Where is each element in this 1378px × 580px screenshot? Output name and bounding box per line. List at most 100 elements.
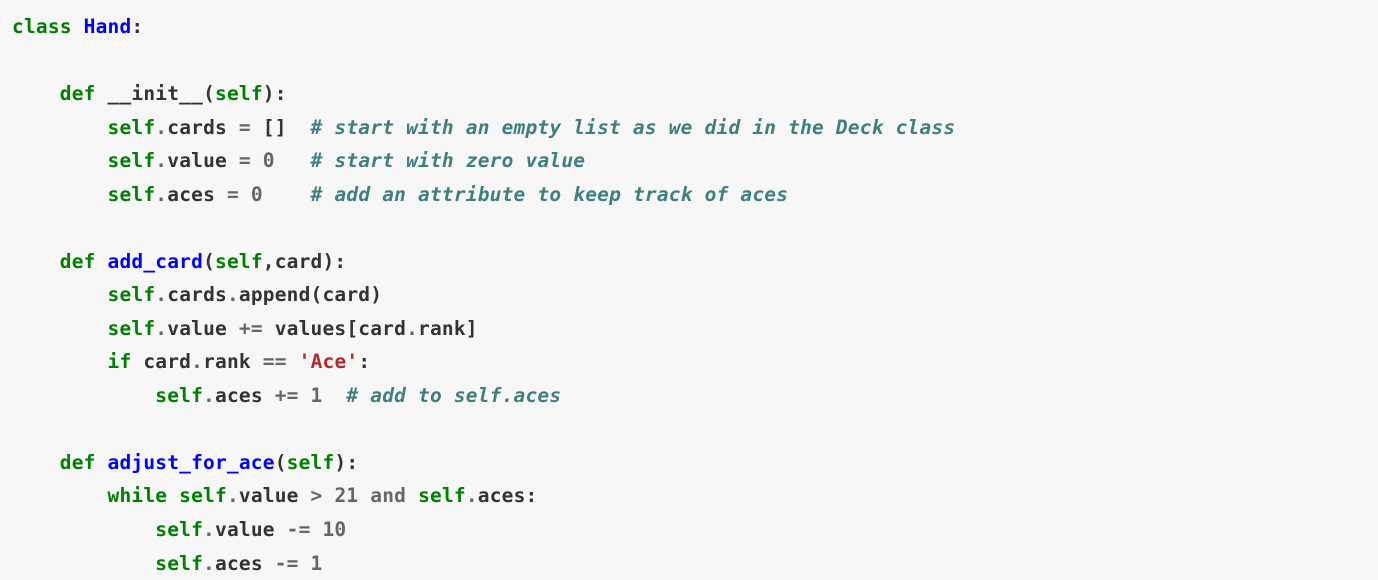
code-token: [311, 518, 323, 541]
code-token: aces: [167, 183, 227, 206]
code-token: self: [108, 149, 156, 172]
code-token: [358, 484, 370, 507]
code-token: value: [167, 317, 239, 340]
code-token: ,card):: [263, 250, 347, 273]
code-token: self: [108, 183, 156, 206]
code-token: and: [370, 484, 406, 507]
code-token: [275, 149, 311, 172]
code-line: def __init__(self):: [12, 82, 287, 105]
code-token: # add an attribute to keep track of aces: [311, 183, 789, 206]
code-token: [251, 149, 263, 172]
code-token: []: [251, 116, 311, 139]
code-token: cards: [167, 116, 239, 139]
code-token: 0: [263, 149, 275, 172]
code-token: class: [12, 15, 84, 38]
code-line: self.cards.append(card): [12, 283, 382, 306]
code-line: if card.rank == 'Ace':: [12, 350, 370, 373]
code-token: 'Ace': [299, 350, 359, 373]
code-token: self: [287, 451, 335, 474]
code-token: .: [155, 116, 167, 139]
code-token: .: [155, 317, 167, 340]
code-token: [12, 317, 108, 340]
code-token: [12, 250, 60, 273]
code-token: ):: [263, 82, 287, 105]
code-line: self.value -= 10: [12, 518, 346, 541]
code-token: __init__: [108, 82, 204, 105]
code-token: [12, 350, 108, 373]
code-token: +=: [239, 317, 263, 340]
code-token: add_card: [108, 250, 204, 273]
code-token: .: [155, 283, 167, 306]
code-line: self.aces = 0 # add an attribute to keep…: [12, 183, 788, 206]
code-token: [12, 518, 155, 541]
code-token: [12, 451, 60, 474]
code-token: self: [418, 484, 466, 507]
code-token: self: [108, 317, 156, 340]
code-token: 10: [322, 518, 346, 541]
code-token: self: [155, 518, 203, 541]
code-token: [12, 552, 155, 575]
code-token: self: [215, 82, 263, 105]
code-token: self: [155, 384, 203, 407]
code-token: [12, 283, 108, 306]
code-token: self: [155, 552, 203, 575]
code-token: .: [406, 317, 418, 340]
code-token: .: [203, 384, 215, 407]
code-token: 1: [311, 384, 323, 407]
code-line: self.value += values[card.rank]: [12, 317, 478, 340]
code-token: def: [60, 82, 108, 105]
code-token: [299, 552, 311, 575]
code-token: append(card): [239, 283, 382, 306]
code-token: def: [60, 250, 108, 273]
code-token: [406, 484, 418, 507]
code-token: .: [155, 183, 167, 206]
code-token: def: [60, 451, 108, 474]
code-token: >: [311, 484, 323, 507]
code-token: [12, 484, 108, 507]
code-token: ):: [334, 451, 358, 474]
code-line: self.cards = [] # start with an empty li…: [12, 116, 955, 139]
code-token: [239, 183, 251, 206]
code-token: .: [191, 350, 203, 373]
code-token: self: [108, 116, 156, 139]
code-token: =: [239, 116, 251, 139]
code-token: [12, 183, 108, 206]
code-token: [12, 384, 155, 407]
python-code-block: class Hand: def __init__(self): self.car…: [0, 0, 1378, 580]
code-line: self.value = 0 # start with zero value: [12, 149, 585, 172]
code-token: .: [227, 283, 239, 306]
code-token: .: [466, 484, 478, 507]
code-token: # add to self.aces: [346, 384, 561, 407]
code-token: [12, 116, 108, 139]
code-token: Hand: [84, 15, 132, 38]
code-token: if: [108, 350, 144, 373]
code-token: [263, 183, 311, 206]
code-line: class Hand:: [12, 15, 143, 38]
code-token: value: [167, 149, 239, 172]
code-token: while: [108, 484, 180, 507]
code-token: self: [179, 484, 227, 507]
code-token: ==: [263, 350, 287, 373]
code-token: [323, 384, 347, 407]
code-token: .: [227, 484, 239, 507]
code-token: =: [227, 183, 239, 206]
code-token: (: [203, 82, 215, 105]
code-token: rank]: [418, 317, 478, 340]
code-token: .: [203, 552, 215, 575]
code-token: [299, 384, 311, 407]
code-line: def add_card(self,card):: [12, 250, 346, 273]
code-line: self.aces += 1 # add to self.aces: [12, 384, 561, 407]
code-token: -=: [287, 518, 311, 541]
code-token: aces: [215, 384, 275, 407]
code-token: cards: [167, 283, 227, 306]
code-line: while self.value > 21 and self.aces:: [12, 484, 537, 507]
code-token: [287, 350, 299, 373]
code-token: .: [155, 149, 167, 172]
code-token: aces: [215, 552, 275, 575]
code-token: values[card: [263, 317, 406, 340]
code-token: aces:: [478, 484, 538, 507]
code-line: def adjust_for_ace(self):: [12, 451, 358, 474]
code-token: +=: [275, 384, 299, 407]
code-token: -=: [275, 552, 299, 575]
code-token: (: [203, 250, 215, 273]
